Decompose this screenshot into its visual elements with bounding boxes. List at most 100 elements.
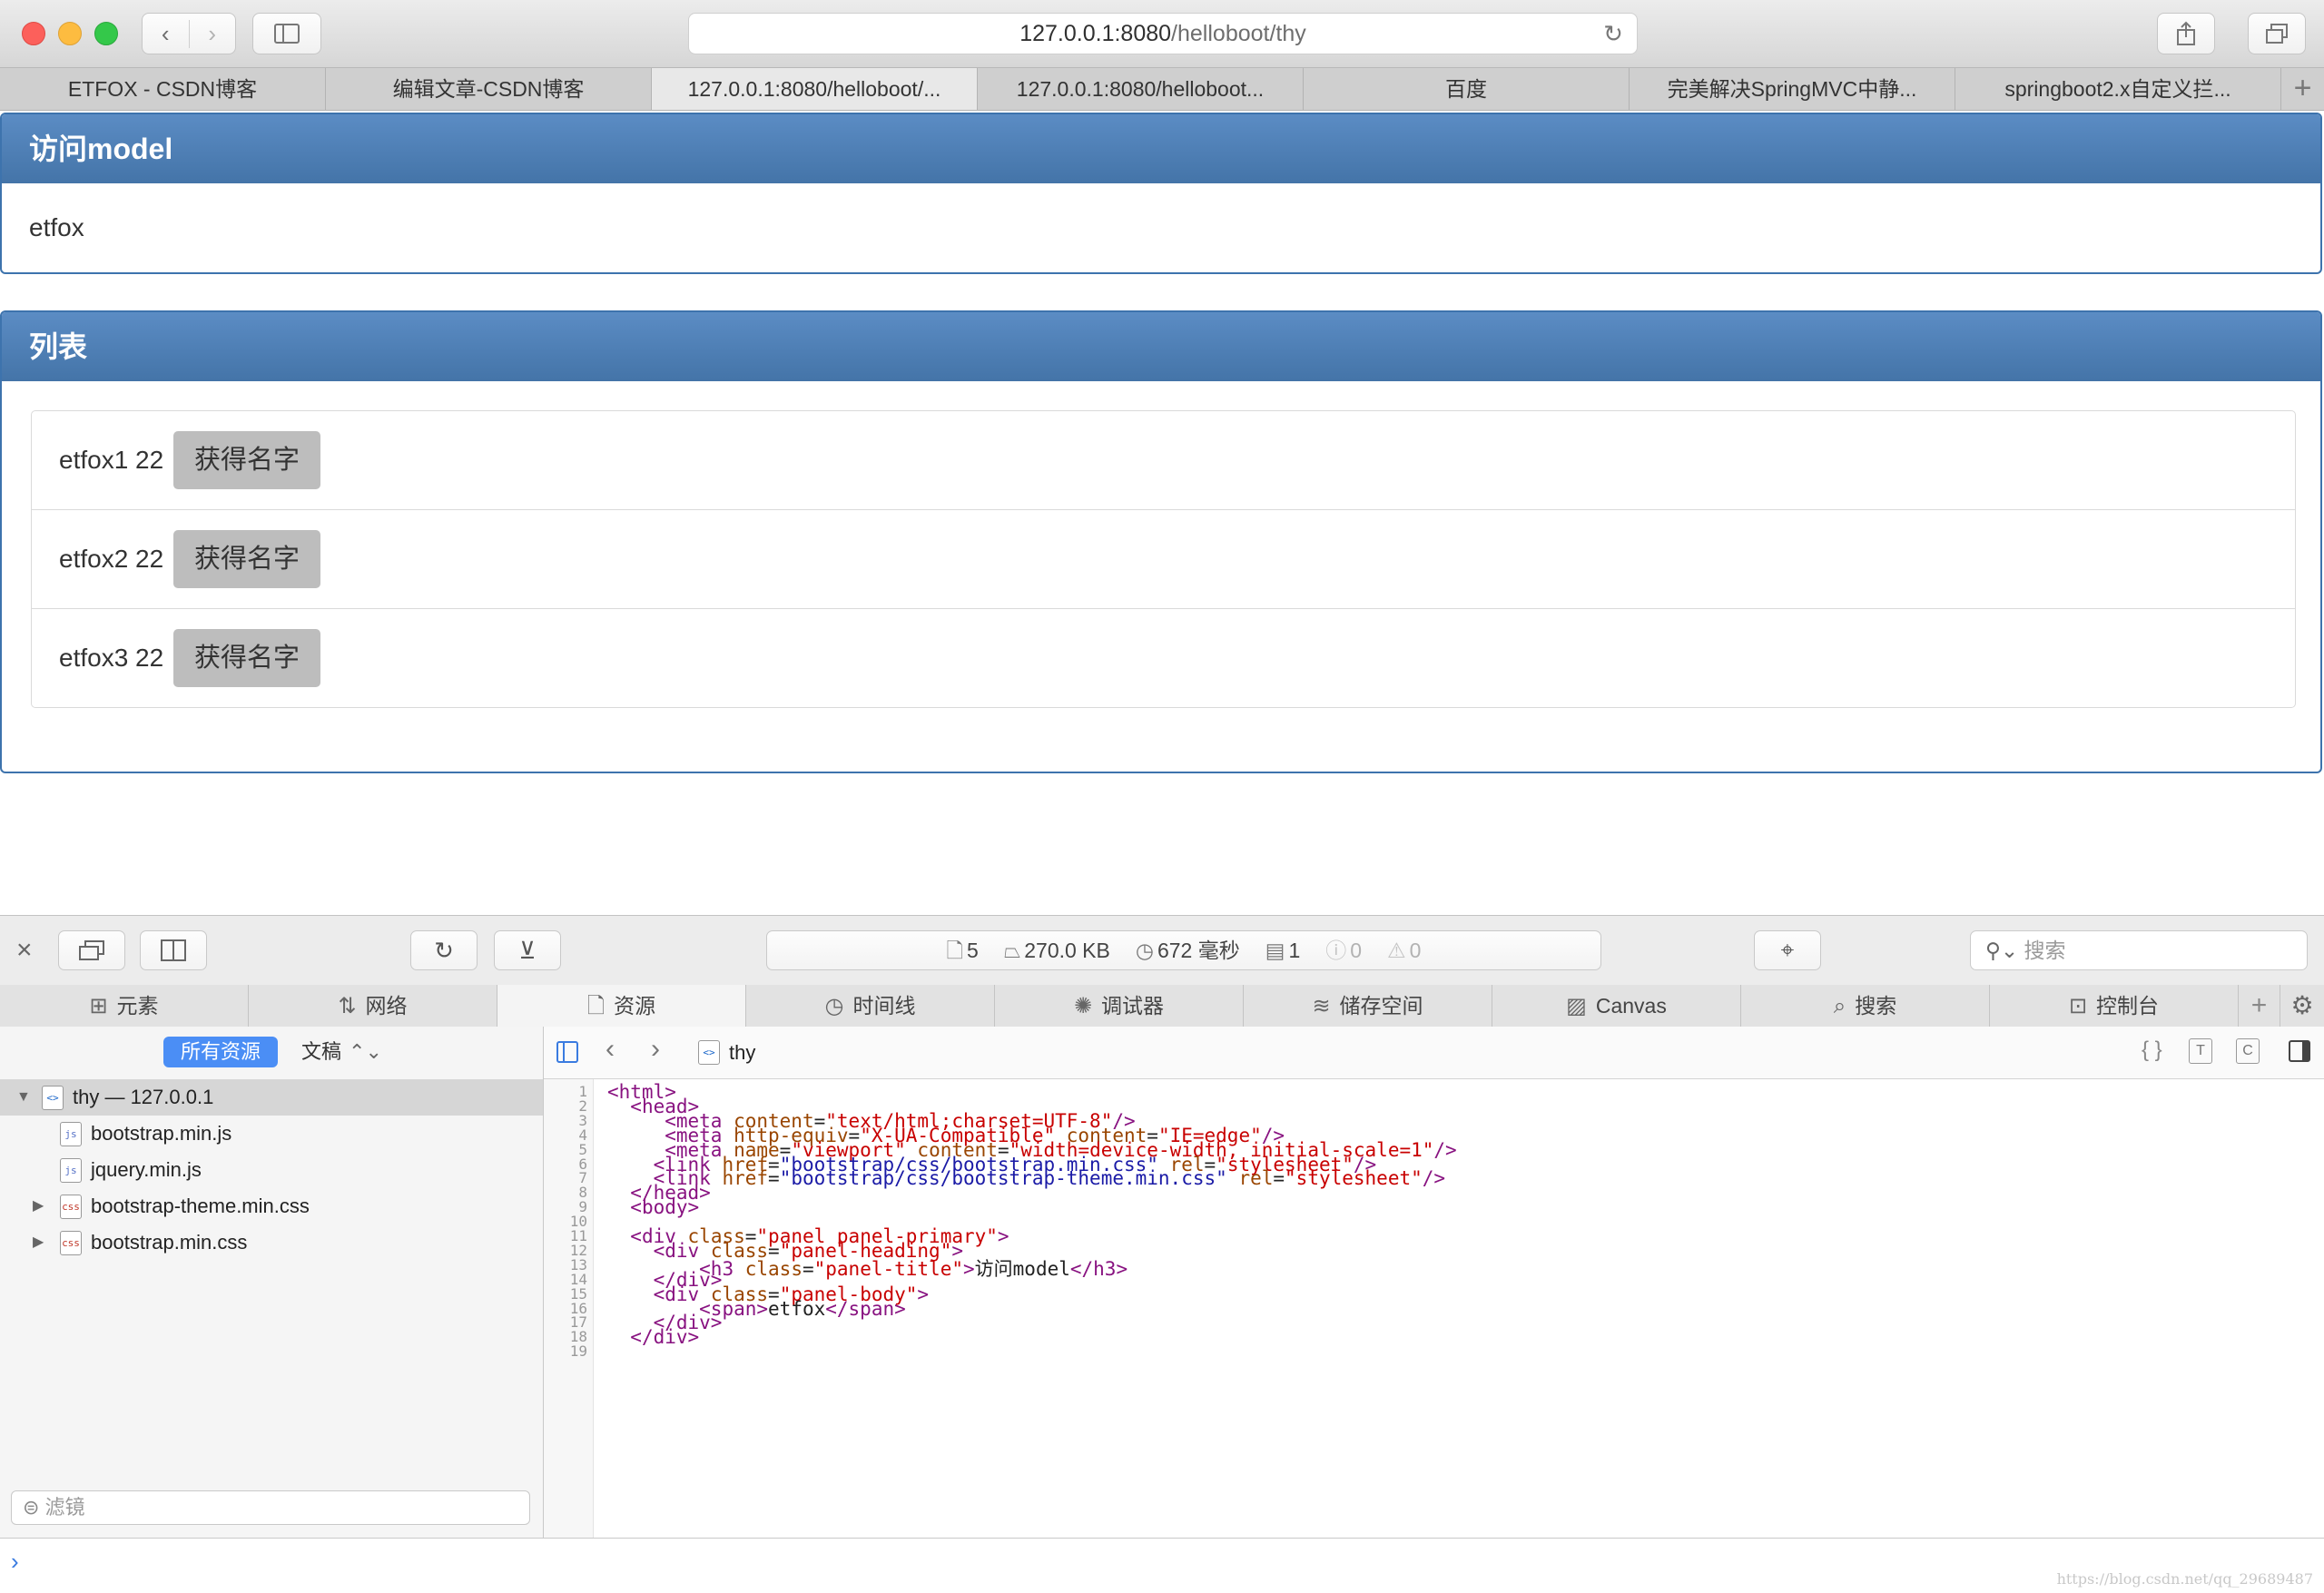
nav-forward-icon[interactable]: ›: [651, 1034, 660, 1065]
download-icon: ⊻: [518, 936, 537, 964]
pretty-print-icon[interactable]: { }: [2142, 1037, 2162, 1063]
tabs-overview-icon: [2266, 24, 2288, 44]
share-button[interactable]: [2157, 13, 2215, 54]
back-arrow-icon[interactable]: ‹: [143, 19, 190, 48]
tab-label: 元素: [116, 994, 159, 1018]
tab-baidu[interactable]: 百度: [1304, 68, 1630, 110]
css-file-icon: css: [60, 1231, 82, 1255]
html-file-icon: <>: [42, 1086, 64, 1110]
tree-item-stylesheet[interactable]: ▶ css bootstrap.min.css: [0, 1224, 543, 1261]
tab-search[interactable]: ⌕ 搜索: [1741, 985, 1990, 1027]
download-button[interactable]: ⊻: [494, 930, 561, 970]
resource-size-value: 270.0 KB: [1024, 939, 1110, 962]
current-file-name[interactable]: thy: [729, 1027, 755, 1078]
tab-springboot[interactable]: springboot2.x自定义拦...: [1955, 68, 2281, 110]
window-titlebar: ‹ › 127.0.0.1:8080/helloboot/thy ↻: [0, 0, 2324, 68]
log-count[interactable]: ▤ 1: [1265, 931, 1301, 969]
tree-item-label: bootstrap-theme.min.css: [91, 1195, 310, 1217]
address-bar[interactable]: 127.0.0.1:8080/helloboot/thy ↻: [688, 13, 1638, 54]
list-item-text: etfox3 22: [59, 644, 164, 672]
add-tab-icon[interactable]: +: [2239, 985, 2280, 1027]
coverage-icon[interactable]: C: [2236, 1038, 2260, 1064]
devtools-search-input[interactable]: ⚲⌄ 搜索: [1970, 930, 2308, 970]
js-file-icon: js: [60, 1158, 82, 1183]
resources-sidebar: 所有资源 文稿 ⌃⌄ ▼ <> thy — 127.0.0.1 js bootst…: [0, 1027, 544, 1538]
tab-label: Canvas: [1595, 994, 1667, 1018]
load-time-value: 672 毫秒: [1157, 939, 1240, 962]
tab-label: 资源: [614, 994, 656, 1018]
toggle-sidebar-icon[interactable]: [556, 1041, 578, 1063]
tab-helloboot-active[interactable]: 127.0.0.1:8080/helloboot/...: [652, 68, 978, 110]
warning-count[interactable]: ⚠ 0: [1387, 931, 1421, 969]
share-icon: [2177, 21, 2195, 45]
get-name-button[interactable]: 获得名字: [173, 431, 320, 489]
tab-network[interactable]: ⇅ 网络: [249, 985, 497, 1027]
disclosure-closed-icon[interactable]: ▶: [33, 1188, 44, 1224]
tab-edit-article[interactable]: 编辑文章-CSDN博客: [326, 68, 652, 110]
prompt-chevron-icon: ›: [11, 1548, 19, 1575]
source-code-view[interactable]: 1 2 3 4 5 6 7 8 9 10 11 12 13 14 15 16 17 18 19 <html> <he…: [544, 1079, 2324, 1538]
back-forward-buttons[interactable]: ‹ ›: [142, 13, 236, 54]
reload-icon[interactable]: ↻: [1600, 21, 1626, 46]
details-sidebar-icon[interactable]: [2289, 1040, 2310, 1062]
js-file-icon: js: [60, 1122, 82, 1146]
reload-page-button[interactable]: ↻: [410, 930, 478, 970]
model-panel-body: etfox: [29, 213, 84, 241]
url-text[interactable]: 127.0.0.1:8080/helloboot/thy: [689, 14, 1637, 54]
type-icon[interactable]: T: [2189, 1038, 2212, 1064]
error-count[interactable]: ⓘ 0: [1325, 931, 1362, 969]
inspect-element-button[interactable]: ⌖: [1754, 930, 1821, 970]
tab-debugger[interactable]: ✺ 调试器: [995, 985, 1244, 1027]
watermark-text: https://blog.csdn.net/qq_29689487: [2056, 1570, 2313, 1588]
tab-resources[interactable]: 🗋 资源: [497, 985, 746, 1027]
tree-item-script[interactable]: js bootstrap.min.js: [0, 1116, 543, 1152]
console-icon: ⊡: [2068, 994, 2088, 1018]
dock-side-icon: [161, 939, 186, 961]
scope-documents[interactable]: 文稿 ⌃⌄: [301, 1037, 382, 1067]
resource-count-value: 5: [967, 939, 979, 962]
tab-springmvc[interactable]: 完美解决SpringMVC中静...: [1630, 68, 1955, 110]
minimize-window-button[interactable]: [58, 22, 82, 45]
tab-console[interactable]: ⊡ 控制台: [1990, 985, 2239, 1027]
warning-icon: ⚠: [1387, 939, 1406, 962]
detach-button[interactable]: [58, 930, 125, 970]
tree-item-label: thy — 127.0.0.1: [73, 1086, 214, 1108]
tabs-overview-button[interactable]: [2248, 13, 2306, 54]
sidebar-filter-input[interactable]: ⊜ 滤镜: [11, 1490, 530, 1525]
resource-size[interactable]: ⏢ 270.0 KB: [1004, 931, 1110, 969]
tab-timeline[interactable]: ◷ 时间线: [746, 985, 995, 1027]
storage-icon: ≋: [1312, 994, 1331, 1018]
tab-etfox-csdn[interactable]: ETFOX - CSDN博客: [0, 68, 326, 110]
search-icon: ⚲⌄: [1985, 939, 2024, 962]
close-devtools-icon[interactable]: ×: [16, 934, 33, 967]
new-tab-button[interactable]: +: [2281, 68, 2324, 110]
tab-helloboot-2[interactable]: 127.0.0.1:8080/helloboot...: [978, 68, 1304, 110]
tab-canvas[interactable]: ▨ Canvas: [1492, 985, 1741, 1027]
sidebar-icon: [274, 24, 300, 44]
tab-elements[interactable]: ⊞ 元素: [0, 985, 249, 1027]
nav-back-icon[interactable]: ‹: [606, 1034, 615, 1065]
forward-arrow-icon[interactable]: ›: [190, 20, 236, 48]
console-prompt[interactable]: › https://blog.csdn.net/qq_29689487: [0, 1538, 2324, 1593]
tree-item-stylesheet[interactable]: ▶ css bootstrap-theme.min.css: [0, 1188, 543, 1224]
clock-icon: ◷: [1135, 939, 1154, 962]
tab-storage[interactable]: ≋ 储存空间: [1244, 985, 1492, 1027]
tree-item-script[interactable]: js jquery.min.js: [0, 1152, 543, 1188]
load-time[interactable]: ◷ 672 毫秒: [1136, 931, 1240, 969]
scope-all-resources[interactable]: 所有资源: [163, 1037, 278, 1067]
reload-icon: ↻: [434, 936, 454, 964]
tree-item-document[interactable]: ▼ <> thy — 127.0.0.1: [0, 1079, 543, 1116]
devtools-toolbar: × ↻ ⊻ 🗋 5 ⏢ 270.0 KB ◷ 672 毫秒 ▤ 1 ⓘ 0 ⚠ 0 ⌖ ⚲⌄…: [0, 915, 2324, 986]
close-window-button[interactable]: [22, 22, 45, 45]
dock-side-button[interactable]: [140, 930, 207, 970]
get-name-button[interactable]: 获得名字: [173, 530, 320, 588]
get-name-button[interactable]: 获得名字: [173, 629, 320, 687]
detach-window-icon: [79, 940, 104, 960]
settings-gear-icon[interactable]: ⚙: [2280, 985, 2324, 1027]
disclosure-closed-icon[interactable]: ▶: [33, 1224, 44, 1261]
disclosure-open-icon[interactable]: ▼: [16, 1079, 31, 1116]
tab-label: 网络: [365, 994, 408, 1018]
zoom-window-button[interactable]: [94, 22, 118, 45]
resource-count[interactable]: 🗋 5: [947, 931, 979, 969]
sidebar-toggle-button[interactable]: [252, 13, 321, 54]
